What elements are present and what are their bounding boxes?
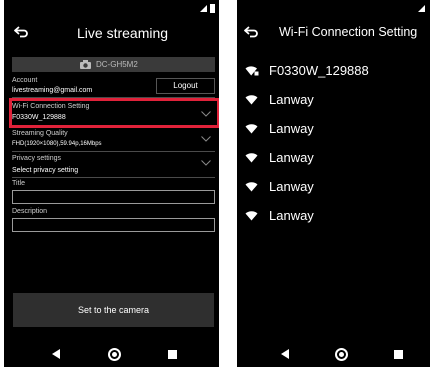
wifi-network-name: F0330W_129888 <box>269 63 369 78</box>
wifi-connection-screen: Wi-Fi Connection Setting F0330W_129888 L… <box>237 0 430 367</box>
wifi-network-item[interactable]: Lanway <box>237 115 430 144</box>
wifi-icon <box>245 124 258 134</box>
nav-home-icon[interactable] <box>335 348 348 361</box>
wifi-network-item[interactable]: Lanway <box>237 202 430 231</box>
wifi-network-name: Lanway <box>269 121 314 136</box>
wifi-icon <box>245 182 258 192</box>
battery-icon <box>210 4 215 13</box>
wifi-icon <box>245 95 258 105</box>
camera-name: DC-GH5M2 <box>96 60 138 69</box>
app-bar: Wi-Fi Connection Setting <box>237 14 430 52</box>
divider <box>12 177 215 178</box>
wifi-network-item[interactable]: Lanway <box>237 86 430 115</box>
page-title: Wi-Fi Connection Setting <box>279 25 418 39</box>
camera-icon <box>80 60 91 69</box>
chevron-down-icon <box>201 160 211 166</box>
divider <box>12 151 215 152</box>
nav-bar <box>237 342 430 367</box>
privacy-settings-value: Select privacy setting <box>12 167 79 174</box>
signal-icon <box>200 5 207 12</box>
status-bar <box>237 0 430 14</box>
app-bar: Live streaming <box>4 14 219 52</box>
nav-bar <box>4 342 219 367</box>
nav-home-icon[interactable] <box>108 348 121 361</box>
wifi-network-name: Lanway <box>269 92 314 107</box>
status-bar <box>4 0 219 14</box>
wifi-network-item[interactable]: F0330W_129888 <box>237 57 430 86</box>
nav-back-icon[interactable] <box>52 349 60 359</box>
wifi-network-name: Lanway <box>269 150 314 165</box>
nav-recents-icon[interactable] <box>168 350 177 359</box>
title-field-label: Title <box>12 180 25 187</box>
nav-back-icon[interactable] <box>281 349 289 359</box>
nav-recents-icon[interactable] <box>394 350 403 359</box>
wifi-network-name: Lanway <box>269 179 314 194</box>
page-title: Live streaming <box>77 25 169 41</box>
streaming-quality-value: FHD(1920×1080),59.94p,16Mbps <box>12 141 102 147</box>
streaming-quality-label: Streaming Quality <box>12 130 68 137</box>
description-field-label: Description <box>12 208 48 215</box>
title-input[interactable] <box>12 190 215 204</box>
account-value: livestreaming@gmail.com <box>12 87 93 94</box>
live-streaming-screen: Live streaming DC-GH5M2 Account livestre… <box>4 0 219 367</box>
account-label: Account <box>12 77 38 84</box>
camera-name-bar: DC-GH5M2 <box>12 57 215 72</box>
wifi-network-name: Lanway <box>269 208 314 223</box>
logout-button[interactable]: Logout <box>156 78 215 94</box>
description-input[interactable] <box>12 218 215 232</box>
wifi-setting-highlight <box>9 98 219 128</box>
set-to-camera-button[interactable]: Set to the camera <box>13 293 214 327</box>
signal-icon <box>418 5 425 12</box>
chevron-down-icon <box>201 136 211 142</box>
wifi-icon <box>245 153 258 163</box>
wifi-network-item[interactable]: Lanway <box>237 144 430 173</box>
wifi-icon <box>245 211 258 221</box>
back-arrow-icon[interactable] <box>244 26 258 38</box>
wifi-locked-icon <box>245 66 259 76</box>
back-arrow-icon[interactable] <box>14 26 28 38</box>
privacy-settings-label: Privacy settings <box>12 155 62 162</box>
wifi-network-item[interactable]: Lanway <box>237 173 430 202</box>
